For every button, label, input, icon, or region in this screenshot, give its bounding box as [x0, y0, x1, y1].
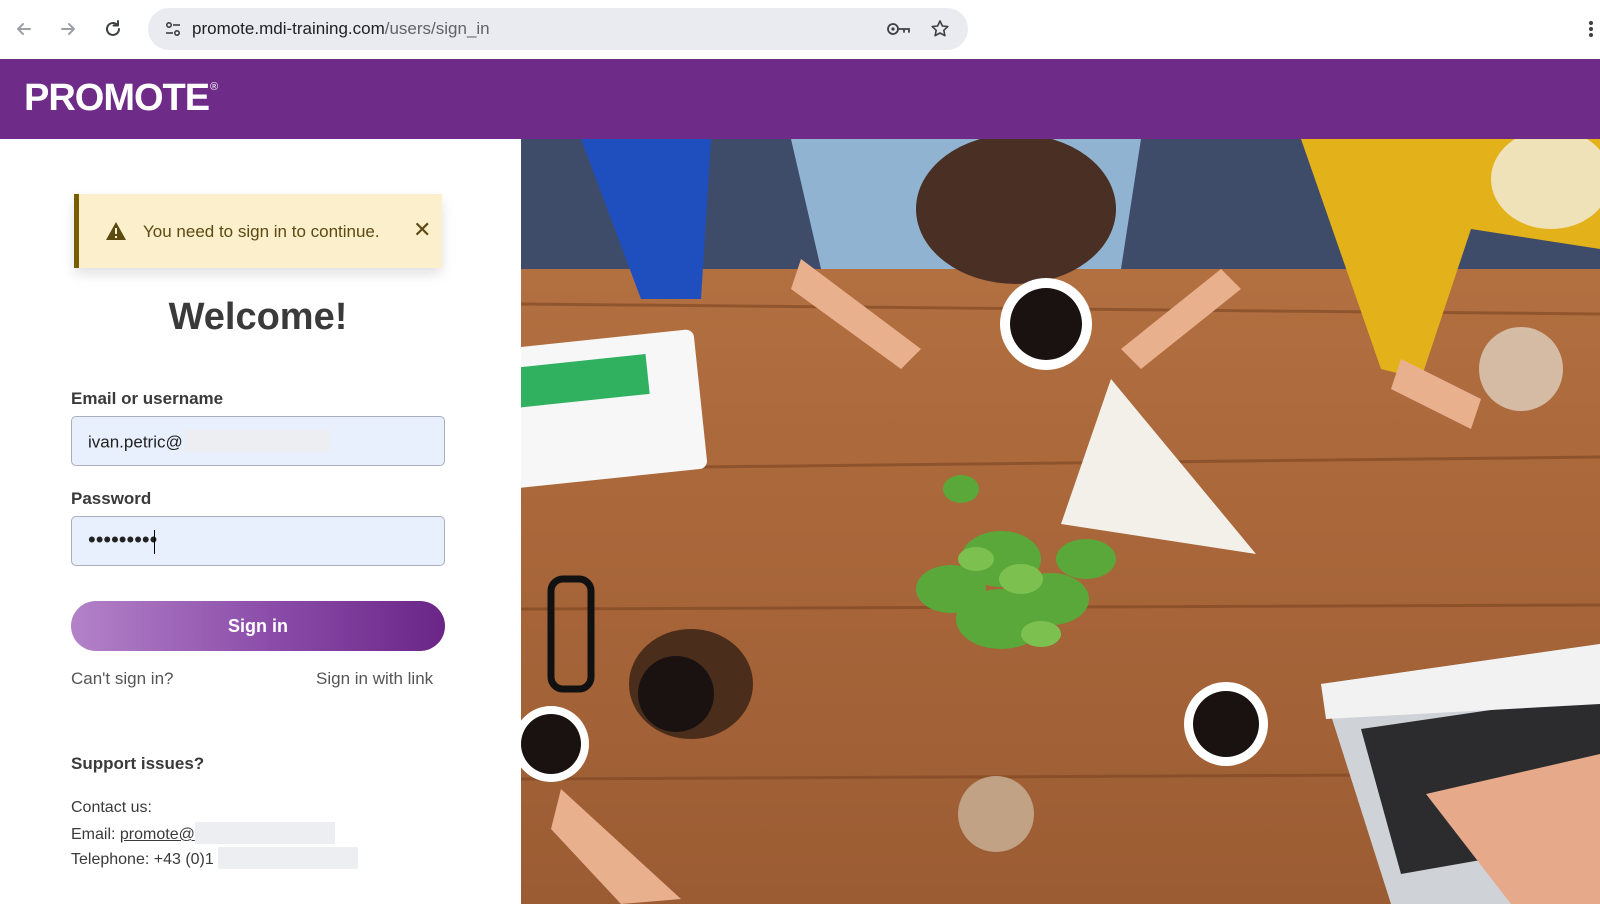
url-path: /users/sign_in — [384, 19, 490, 38]
phone-text: Telephone: +43 (0)1 — [71, 851, 214, 869]
address-bar[interactable]: promote.mdi-training.com/users/sign_in — [148, 8, 968, 50]
redacted-block — [184, 430, 330, 452]
cant-sign-in-link[interactable]: Can't sign in? — [71, 669, 173, 689]
warning-icon — [105, 221, 127, 246]
redacted-block — [194, 822, 335, 844]
password-key-icon[interactable] — [884, 15, 914, 43]
password-label: Password — [71, 489, 152, 508]
reload-button[interactable] — [98, 14, 128, 44]
logo-text: PROMOTE — [24, 77, 210, 119]
promote-logo[interactable]: PROMOTE® — [24, 77, 218, 120]
browser-menu-button[interactable] — [1584, 16, 1598, 42]
password-mask: ••••••••• — [88, 527, 158, 552]
arrow-left-icon — [17, 23, 31, 35]
email-value: ivan.petric@ — [88, 430, 330, 454]
alert-close-icon[interactable]: ✕ — [413, 219, 431, 241]
support-title: Support issues? — [71, 754, 205, 773]
support-phone-line: Telephone: +43 (0)1 — [71, 847, 359, 871]
password-field[interactable]: ••••••••• — [71, 516, 445, 566]
forward-button[interactable] — [53, 14, 83, 44]
email-prefix: Email: — [71, 826, 120, 844]
redacted-block — [218, 847, 359, 869]
back-button[interactable] — [9, 14, 39, 44]
email-field[interactable]: ivan.petric@ — [71, 416, 445, 466]
url-domain: promote.mdi-training.com — [192, 19, 385, 38]
contact-label: Contact us: — [71, 799, 152, 816]
hero-photo — [521, 139, 1600, 904]
sign-in-with-link[interactable]: Sign in with link — [316, 669, 433, 689]
sign-in-button[interactable]: Sign in — [71, 601, 445, 651]
site-settings-icon[interactable] — [158, 14, 188, 44]
arrow-right-icon — [61, 23, 75, 35]
email-label: Email or username — [71, 389, 224, 408]
alert-message: You need to sign in to continue. — [143, 222, 380, 241]
registered-mark: ® — [210, 81, 218, 93]
sign-in-alert: You need to sign in to continue. ✕ — [74, 194, 442, 268]
welcome-title: Welcome! — [168, 296, 348, 338]
bookmark-star-icon[interactable] — [926, 15, 954, 43]
text-caret — [154, 530, 155, 554]
url-text[interactable]: promote.mdi-training.com/users/sign_in — [192, 19, 490, 39]
reload-icon — [106, 20, 120, 36]
kebab-menu-icon — [1589, 21, 1593, 37]
support-email-link[interactable]: promote@ — [120, 826, 195, 843]
site-header: PROMOTE® — [0, 59, 1600, 139]
support-email-line: Email: promote@ — [71, 822, 335, 846]
browser-toolbar: promote.mdi-training.com/users/sign_in — [0, 0, 1600, 60]
